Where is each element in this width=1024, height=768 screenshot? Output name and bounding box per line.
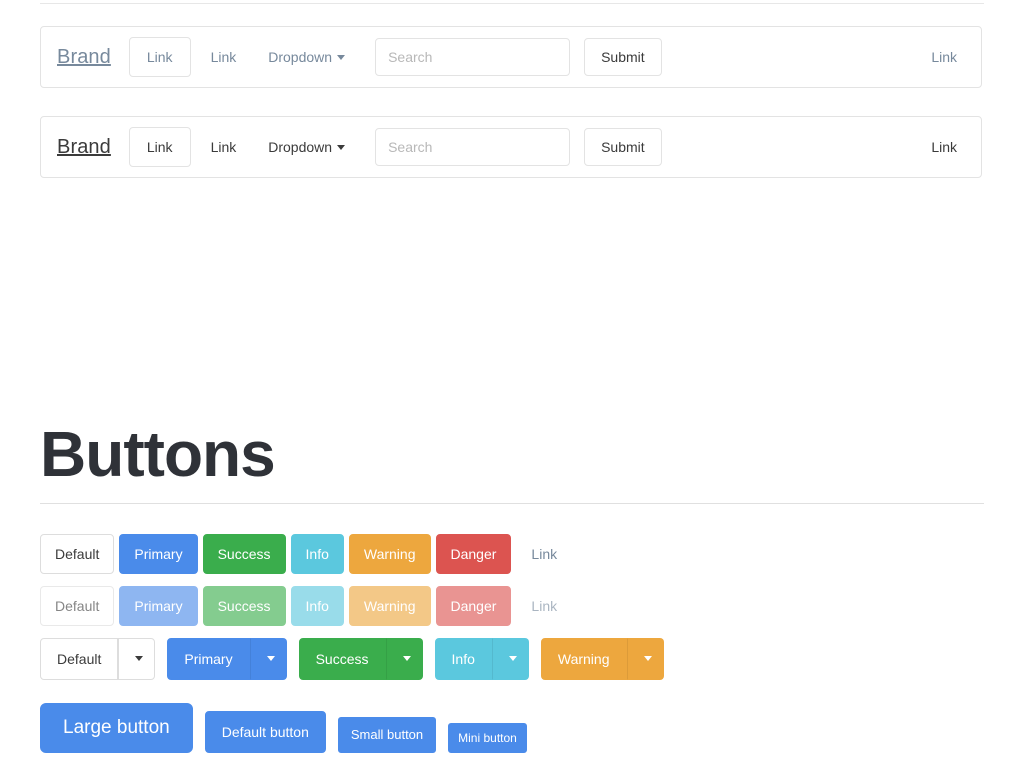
section-divider — [40, 503, 984, 504]
button-size-xs[interactable]: Mini button — [448, 723, 527, 753]
button-link[interactable]: Link — [516, 534, 572, 574]
button-warning-disabled[interactable]: Warning — [348, 586, 431, 626]
navbar-dropdown-toggle[interactable]: Dropdown — [250, 47, 353, 67]
button-label: Info — [305, 598, 329, 614]
button-group-default: Default — [40, 637, 156, 680]
button-label: Warning — [363, 546, 416, 562]
navbar-search-form: Submit — [375, 38, 662, 76]
button-label: Danger — [450, 598, 497, 614]
caret-down-icon — [643, 656, 652, 661]
navbar-search-form: Submit — [375, 128, 662, 166]
button-primary[interactable]: Primary — [167, 637, 250, 680]
button-label: Success — [217, 546, 271, 562]
button-link-disabled[interactable]: Link — [516, 586, 572, 626]
button-default[interactable]: Default — [40, 637, 119, 680]
caret-down-icon — [337, 55, 346, 60]
button-size-lg[interactable]: Large button — [40, 703, 193, 753]
button-label: Default — [55, 598, 100, 614]
navbar-right-link[interactable]: Link — [917, 137, 965, 157]
dropdown-toggle-info[interactable] — [491, 637, 529, 680]
button-label: Link — [531, 546, 558, 562]
dropdown-toggle-default[interactable] — [118, 637, 156, 680]
button-label: Default button — [221, 724, 309, 740]
navbar-default: Brand Link Link Dropdown Submit Link — [40, 116, 982, 178]
button-success[interactable]: Success — [202, 534, 286, 574]
page-title: Buttons — [40, 418, 276, 490]
button-primary[interactable]: Primary — [119, 534, 198, 574]
button-label: Primary — [134, 598, 183, 614]
caret-down-icon — [508, 656, 517, 661]
button-label: Warning — [557, 650, 610, 667]
button-primary-disabled[interactable]: Primary — [119, 586, 198, 626]
search-input[interactable] — [375, 128, 571, 166]
navbar-link-boxed[interactable]: Link — [128, 37, 191, 77]
button-danger-disabled[interactable]: Danger — [435, 586, 512, 626]
button-label: Warning — [363, 598, 416, 614]
button-label: Default — [57, 650, 102, 667]
button-label: Info — [305, 546, 329, 562]
dropdown-toggle-success[interactable] — [385, 637, 423, 680]
caret-down-icon — [135, 656, 144, 661]
button-info-disabled[interactable]: Info — [290, 586, 344, 626]
caret-down-icon — [337, 145, 346, 150]
button-default[interactable]: Default — [40, 534, 115, 574]
button-warning[interactable]: Warning — [348, 534, 431, 574]
navbar-brand[interactable]: Brand — [57, 47, 129, 67]
button-row-sizes: Large button Default button Small button Mi… — [40, 701, 984, 753]
navbar-dropdown-label: Dropdown — [268, 139, 333, 155]
button-label: Large button — [63, 717, 170, 738]
navbar-link-plain[interactable]: Link — [197, 137, 251, 157]
navbar-dropdown-toggle[interactable]: Dropdown — [250, 137, 353, 157]
button-label: Info — [451, 650, 475, 667]
button-label: Danger — [450, 546, 497, 562]
button-success[interactable]: Success — [298, 637, 386, 680]
button-label: Primary — [184, 650, 233, 667]
button-danger[interactable]: Danger — [435, 534, 512, 574]
button-size-md[interactable]: Default button — [204, 711, 326, 753]
buttons-showcase: Default Primary Success Info Warning Danger Li… — [40, 534, 984, 753]
button-row-dropdowns: Default Primary Success Info Warning — [40, 637, 984, 680]
button-info[interactable]: Info — [290, 534, 344, 574]
button-group-primary: Primary — [167, 637, 287, 680]
button-label: Small button — [350, 727, 424, 742]
button-row-disabled: Default Primary Success Info Warning Danger Li… — [40, 586, 984, 626]
navbar-inverse-light: Brand Link Link Dropdown Submit Link — [40, 26, 982, 88]
navbar-brand[interactable]: Brand — [57, 137, 129, 157]
button-group-warning: Warning — [540, 637, 664, 680]
button-label: Mini button — [458, 731, 517, 745]
page-root: Brand Link Link Dropdown Submit Link Bra… — [0, 0, 1024, 768]
submit-button[interactable]: Submit — [584, 128, 662, 166]
button-label: Success — [315, 650, 369, 667]
search-input[interactable] — [375, 38, 571, 76]
button-group-success: Success — [298, 637, 423, 680]
navbar-right-link[interactable]: Link — [917, 47, 965, 67]
button-row-basic: Default Primary Success Info Warning Danger Li… — [40, 534, 984, 574]
submit-button[interactable]: Submit — [584, 38, 662, 76]
navbar-dropdown-label: Dropdown — [268, 49, 333, 65]
button-label: Default — [55, 546, 100, 562]
dropdown-toggle-warning[interactable] — [626, 637, 664, 680]
dropdown-toggle-primary[interactable] — [249, 637, 287, 680]
caret-down-icon — [402, 656, 411, 661]
navbar-link-boxed[interactable]: Link — [128, 127, 191, 167]
button-default-disabled[interactable]: Default — [40, 586, 115, 626]
button-success-disabled[interactable]: Success — [202, 586, 286, 626]
navbar-link-plain[interactable]: Link — [197, 47, 251, 67]
button-group-info: Info — [434, 637, 529, 680]
button-label: Success — [217, 598, 271, 614]
button-warning[interactable]: Warning — [540, 637, 627, 680]
top-divider — [40, 3, 984, 4]
caret-down-icon — [266, 656, 275, 661]
button-label: Link — [531, 598, 558, 614]
button-info[interactable]: Info — [434, 637, 492, 680]
button-label: Primary — [134, 546, 183, 562]
button-size-sm[interactable]: Small button — [337, 717, 437, 753]
